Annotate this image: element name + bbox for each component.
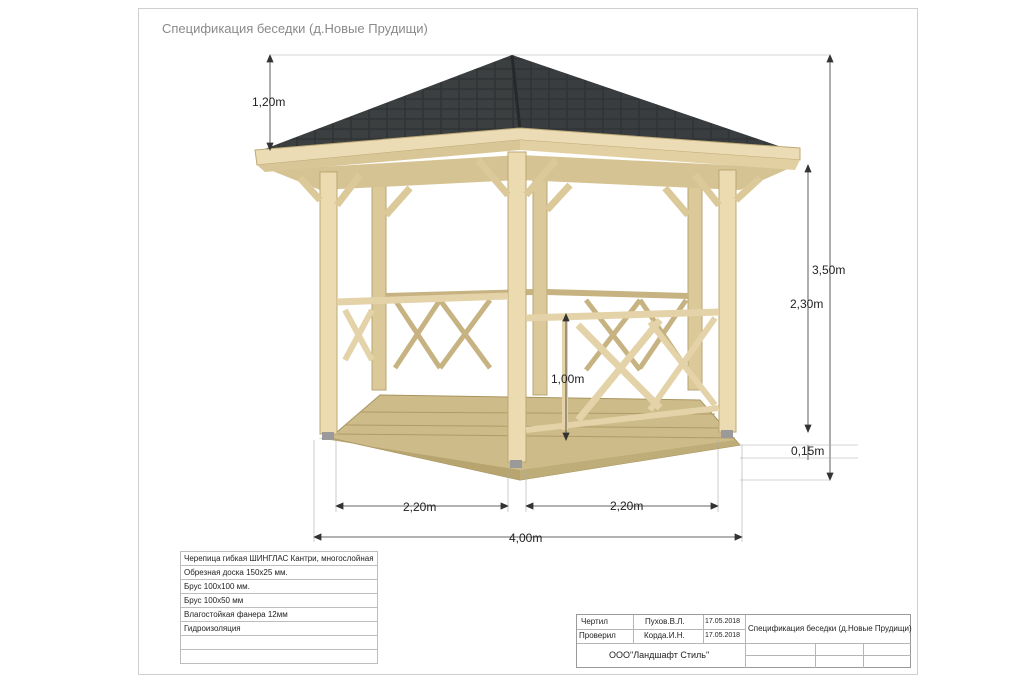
dim-rail-height: 1,00m [551,372,585,386]
table-row [180,635,378,650]
stamp-company: ООО"Ландшафт Стиль" [609,650,710,660]
dim-side-right: 2,20m [610,499,644,513]
table-row: Брус 100х50 мм [180,593,378,608]
stamp-drawn-date: 17.05.2018 [705,618,741,625]
roof [254,54,801,172]
material-cell [180,635,378,650]
stamp-drawn-by: Пухов.В.Л. [645,617,685,626]
stamp-doc-title: Спецификация беседки (д.Новые Прудищи) [748,624,912,633]
floor-deck [318,394,741,481]
dim-floor-height: 0,15m [791,444,825,458]
materials-table: Черепица гибкая ШИНГЛАС Кантри, многосло… [180,551,378,664]
table-row: Гидроизоляция [180,621,378,636]
material-cell: Брус 100х100 мм. [180,579,378,594]
title-block: Чертил Пухов.В.Л. 17.05.2018 Проверил Ко… [576,614,912,668]
back-posts [371,179,703,396]
table-row: Влагостойкая фанера 12мм [180,607,378,622]
table-row: Обрезная доска 150х25 мм. [180,565,378,580]
dim-width: 4,00m [509,531,543,545]
material-cell: Влагостойкая фанера 12мм [180,607,378,622]
gazebo-drawing [254,53,858,542]
material-cell: Брус 100х50 мм [180,593,378,608]
stamp-checked-date: 17.05.2018 [705,632,741,639]
stamp-drawn-label: Чертил [581,617,608,626]
material-cell [180,649,378,664]
material-cell: Гидроизоляция [180,621,378,636]
material-cell: Обрезная доска 150х25 мм. [180,565,378,580]
stamp-checked-by: Корда.И.Н. [644,631,685,640]
material-cell: Черепица гибкая ШИНГЛАС Кантри, многосло… [180,551,378,566]
dim-post-height: 2,30m [790,297,824,311]
stamp-checked-label: Проверил [579,631,616,640]
table-row [180,649,378,664]
table-row: Брус 100х100 мм. [180,579,378,594]
dim-side-left: 2,20m [403,500,437,514]
dim-total-height: 3,50m [812,263,846,277]
dim-roof-height: 1,20m [252,95,286,109]
table-row: Черепица гибкая ШИНГЛАС Кантри, многосло… [180,551,378,566]
